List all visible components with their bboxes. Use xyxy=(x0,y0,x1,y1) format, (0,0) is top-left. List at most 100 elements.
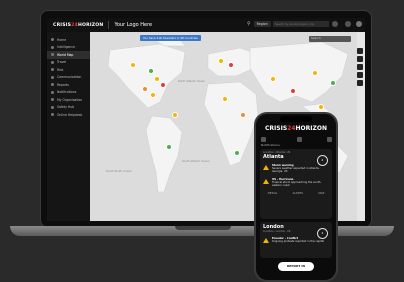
map-marker[interactable] xyxy=(312,70,318,76)
sidebar-item-label: Home xyxy=(57,37,67,42)
alert-body: Ongoing protests reported in the capital xyxy=(272,240,325,244)
logo-text: CRISIS xyxy=(265,125,288,132)
logo-text: CRISIS xyxy=(53,22,72,28)
sidebar-item-home[interactable]: Home xyxy=(47,36,90,44)
tab-map[interactable]: MAP xyxy=(318,191,324,195)
sidebar-item-travel[interactable]: Travel xyxy=(47,59,90,67)
map-marker[interactable] xyxy=(172,112,178,118)
layers-icon[interactable] xyxy=(357,64,363,70)
logo-tail: HORIZON xyxy=(77,22,104,28)
logo-tail: HORIZON xyxy=(295,125,327,132)
sidebar-item-risk[interactable]: Risk xyxy=(47,66,90,74)
intelligence-icon xyxy=(51,45,54,49)
map-marker[interactable] xyxy=(222,96,228,102)
bell-icon xyxy=(51,90,54,94)
travellers-banner[interactable]: You have 216 travellers in 48 countries xyxy=(140,35,201,41)
plane-icon xyxy=(51,60,54,64)
alert-body: Tropical storm approaching the south-eas… xyxy=(272,180,322,188)
sidebar-item-organisation[interactable]: My Organisation xyxy=(47,96,90,104)
map-search-input[interactable]: Search xyxy=(309,36,351,42)
zoom-out-icon[interactable] xyxy=(357,56,363,62)
app-logo[interactable]: CRISIS24HORIZON xyxy=(53,23,103,28)
map-marker[interactable] xyxy=(142,86,148,92)
tab-detail[interactable]: DETAIL xyxy=(268,191,278,195)
divider xyxy=(108,21,110,29)
alert-body: Severe weather expected in Atlanta, Geor… xyxy=(272,167,320,174)
sidebar-item-communication[interactable]: Communication xyxy=(47,74,90,82)
sidebar-item-label: Notifications xyxy=(57,90,77,95)
help-icon xyxy=(51,113,54,117)
notifications-icon[interactable] xyxy=(332,21,338,27)
sidebar-item-label: World Map xyxy=(57,52,74,57)
sidebar-item-safety-hub[interactable]: Safety Hub xyxy=(47,104,90,112)
home-icon[interactable] xyxy=(297,137,302,142)
search-icon[interactable]: ⚲ xyxy=(247,21,251,27)
sidebar-item-label: Communication xyxy=(57,75,82,80)
map-toolbar xyxy=(357,48,365,88)
map-marker[interactable] xyxy=(148,68,154,74)
filter-icon[interactable] xyxy=(357,72,363,78)
notifications-label: Notifications xyxy=(261,143,280,147)
warning-icon xyxy=(263,165,269,170)
sidebar-item-label: Risk xyxy=(57,67,64,72)
zoom-in-icon[interactable] xyxy=(357,48,363,54)
map-marker[interactable] xyxy=(160,82,166,88)
search-input[interactable] xyxy=(272,21,329,27)
risk-icon xyxy=(51,68,54,72)
map-marker[interactable] xyxy=(228,62,234,68)
menu-icon[interactable] xyxy=(261,137,266,142)
sidebar-item-reports[interactable]: Reports xyxy=(47,81,90,89)
sidebar-item-notifications[interactable]: Notifications xyxy=(47,89,90,97)
map-marker[interactable] xyxy=(270,76,276,82)
sidebar: Home Intelligence World Map Travel Risk … xyxy=(47,32,90,221)
map-marker[interactable] xyxy=(130,62,136,68)
sidebar-item-label: Reports xyxy=(57,82,69,87)
report-in-button[interactable]: REPORT IN xyxy=(278,262,314,271)
org-name: Your Logo Here xyxy=(114,22,153,28)
sidebar-item-label: Travel xyxy=(57,60,67,65)
report-icon xyxy=(51,83,54,87)
map-marker[interactable] xyxy=(234,150,240,156)
location-card[interactable]: Location: Atlanta, US Atlanta 4 Storm wa… xyxy=(260,149,332,219)
phone-notch xyxy=(280,116,312,122)
phone-frame: CRISIS24HORIZON Notifications Location: … xyxy=(254,112,338,282)
location-card[interactable]: London Location: London, UK 2 Ecuador – … xyxy=(260,222,332,258)
search-area: ⚲ Region xyxy=(247,21,329,27)
draw-icon[interactable] xyxy=(357,80,363,86)
phone-logo: CRISIS24HORIZON xyxy=(256,125,336,132)
warning-icon xyxy=(263,178,269,184)
profile-icon[interactable] xyxy=(327,137,332,142)
map-marker[interactable] xyxy=(318,104,324,110)
sidebar-item-world-map[interactable]: World Map xyxy=(47,51,90,59)
map-marker[interactable] xyxy=(218,58,224,64)
sidebar-item-intelligence[interactable]: Intelligence xyxy=(47,44,90,52)
map-marker[interactable] xyxy=(154,76,160,82)
map-marker[interactable] xyxy=(330,80,336,86)
laptop-notch xyxy=(175,226,231,230)
risk-score: 2 xyxy=(317,228,328,239)
logo-accent: 24 xyxy=(71,22,78,28)
sidebar-item-label: Intelligence xyxy=(57,45,76,50)
region-select[interactable]: Region xyxy=(253,21,271,27)
logo-accent: 24 xyxy=(287,125,296,132)
ocean-label: North Atlantic Ocean xyxy=(178,80,206,83)
map-marker[interactable] xyxy=(290,88,296,94)
sidebar-item-helpdesk[interactable]: Online Helpdesk xyxy=(47,111,90,119)
map-marker[interactable] xyxy=(150,92,156,98)
settings-icon[interactable] xyxy=(345,21,351,27)
ocean-label: South Pacific Ocean xyxy=(106,170,132,173)
alert-item[interactable]: US – Hurricane Tropical storm approaching… xyxy=(260,176,332,190)
ocean-label: South Atlantic Ocean xyxy=(182,160,210,163)
card-tabs: DETAIL ALERTS MAP xyxy=(260,189,332,197)
building-icon xyxy=(51,98,54,102)
tab-alerts[interactable]: ALERTS xyxy=(293,191,303,195)
chat-icon xyxy=(51,75,54,79)
map-icon xyxy=(51,53,54,57)
sidebar-item-label: Online Helpdesk xyxy=(57,112,83,117)
avatar[interactable] xyxy=(356,21,362,27)
top-bar: CRISIS24HORIZON Your Logo Here ⚲ Region xyxy=(47,18,365,32)
map-marker[interactable] xyxy=(166,144,172,150)
sidebar-item-label: My Organisation xyxy=(57,97,83,102)
risk-score: 4 xyxy=(317,155,328,166)
map-marker[interactable] xyxy=(240,112,246,118)
